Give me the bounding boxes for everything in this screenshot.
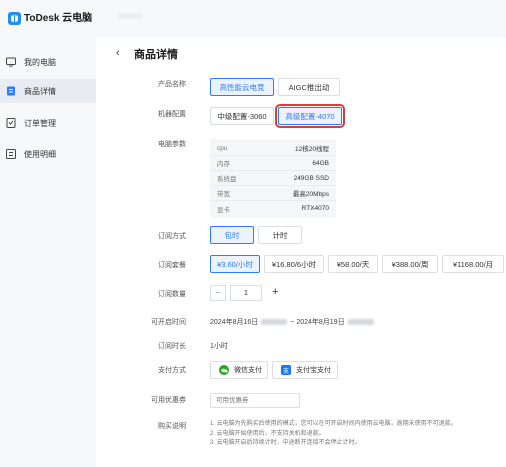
alipay-label: 支付宝支付 xyxy=(296,367,331,374)
note-line: 2. 云电脑开始使用后，不支持关机和退款。 xyxy=(210,430,325,437)
todesk-logo-icon xyxy=(8,12,21,25)
spec-value: RTX4070 xyxy=(301,205,329,212)
billing-mode-label: 订阅方式 xyxy=(158,233,186,240)
duration-label: 订阅时长 xyxy=(158,343,186,350)
sidebar: 我的电脑 商品详情 订单管理 使用明细 xyxy=(0,38,96,467)
plan-option-6h[interactable]: ¥16.80/6小时 xyxy=(264,255,324,273)
specs-label: 电脑参数 xyxy=(158,141,186,148)
note-line: 3. 云电脑开启后持续计时，中途断开连接不会停止计时。 xyxy=(210,440,361,446)
billing-option-timed[interactable]: 计时 xyxy=(258,226,302,244)
product-option-gaming[interactable]: 高性能云电竞 xyxy=(210,78,274,96)
product-option-aigc[interactable]: AIGC推出动 xyxy=(278,78,340,96)
wechat-pay-button[interactable]: 微信支付 xyxy=(210,361,268,379)
redacted-time xyxy=(347,319,374,326)
spec-row-gpu: 显卡 RTX4070 xyxy=(210,201,336,216)
wechat-icon xyxy=(219,365,229,375)
notes-label: 购买说明 xyxy=(158,423,186,430)
quantity-decrement-button[interactable]: − xyxy=(210,285,226,301)
sidebar-item-order-management[interactable]: 订单管理 xyxy=(0,111,96,135)
config-option-4070[interactable]: 高级配置-4070 xyxy=(275,104,345,128)
coupon-label: 可用优惠券 xyxy=(151,397,186,404)
quantity-value[interactable]: 1 xyxy=(230,285,262,301)
main-content: ‹ 商品详情 产品名称 高性能云电竞 AIGC推出动 机器配置 中级配置-306… xyxy=(96,38,506,467)
payment-label: 支付方式 xyxy=(158,367,186,374)
app-name: ToDesk 云电脑 xyxy=(24,13,93,24)
config-option-3060[interactable]: 中级配置-3060 xyxy=(210,107,274,125)
alipay-button[interactable]: 支 支付宝支付 xyxy=(272,361,338,379)
title-bar: ToDesk 云电脑 xyxy=(0,0,506,38)
spec-key: 带宽 xyxy=(217,191,230,198)
spec-row-bandwidth: 带宽 最高20Mbps xyxy=(210,186,336,201)
plan-option-month[interactable]: ¥1168.00/月 xyxy=(442,255,504,273)
billing-option-package[interactable]: 包时 xyxy=(210,226,254,244)
purchase-notes: 1. 云电脑为先购买后使用的模式，您可以在可开启时间内使用云电脑，逾期未使用不可… xyxy=(210,420,506,449)
sidebar-item-label: 订单管理 xyxy=(24,118,56,128)
titlebar-placeholder xyxy=(118,13,142,19)
product-name-label: 产品名称 xyxy=(158,81,186,88)
sidebar-item-label: 我的电脑 xyxy=(24,57,56,67)
specs-table: cpu 12核20线程 内存 64GB 系统盘 249GB SSD 带宽 最高20Mbp… xyxy=(210,139,336,218)
spec-row-cpu: cpu 12核20线程 xyxy=(210,141,336,156)
duration-value: 1小时 xyxy=(210,343,228,350)
redacted-time xyxy=(261,319,288,326)
sidebar-item-label: 使用明细 xyxy=(24,149,56,159)
sidebar-item-usage-details[interactable]: 使用明细 xyxy=(0,142,96,166)
spec-value: 64GB xyxy=(312,159,329,167)
spec-key: 内存 xyxy=(217,161,230,168)
spec-row-memory: 内存 64GB xyxy=(210,156,336,171)
plan-option-week[interactable]: ¥388.00/周 xyxy=(382,255,438,273)
spec-key: 显卡 xyxy=(217,206,230,214)
start-date: 2024年8月16日 xyxy=(210,319,259,326)
note-line: 1. 云电脑为先购买后使用的模式，您可以在可开启时间内使用云电脑，逾期未使用不可… xyxy=(210,421,457,427)
coupon-input[interactable] xyxy=(210,393,300,408)
range-separator: ~ xyxy=(290,319,295,326)
plan-option-day[interactable]: ¥58.00/天 xyxy=(328,255,378,273)
quantity-label: 订阅数量 xyxy=(158,291,186,298)
spec-value: 249GB SSD xyxy=(293,174,329,182)
wechat-pay-label: 微信支付 xyxy=(234,367,262,374)
spec-value: 12核20线程 xyxy=(295,146,329,153)
list-icon xyxy=(6,149,16,159)
quantity-increment-button[interactable]: + xyxy=(272,286,278,298)
product-details-icon xyxy=(7,86,15,96)
computer-icon xyxy=(6,57,16,67)
plan-option-hourly[interactable]: ¥3.60/小时 xyxy=(210,255,260,273)
end-date: 2024年8月19日 xyxy=(296,319,345,326)
back-icon[interactable]: ‹ xyxy=(116,47,120,59)
plans-label: 订阅套餐 xyxy=(158,262,186,269)
order-icon xyxy=(6,118,16,128)
spec-key: cpu xyxy=(217,144,228,152)
spec-row-disk: 系统盘 249GB SSD xyxy=(210,171,336,186)
alipay-icon: 支 xyxy=(281,365,291,375)
spec-key: 系统盘 xyxy=(217,176,237,183)
machine-config-label: 机器配置 xyxy=(158,111,186,118)
sidebar-item-product-details[interactable]: 商品详情 xyxy=(0,79,96,103)
start-time-range: 2024年8月16日 ~ 2024年8月19日 xyxy=(210,317,377,327)
page-title: 商品详情 xyxy=(134,49,178,61)
start-time-label: 可开启时间 xyxy=(151,319,186,326)
sidebar-item-label: 商品详情 xyxy=(24,86,56,96)
spec-value: 最高20Mbps xyxy=(292,191,329,198)
sidebar-item-my-computer[interactable]: 我的电脑 xyxy=(0,50,96,74)
